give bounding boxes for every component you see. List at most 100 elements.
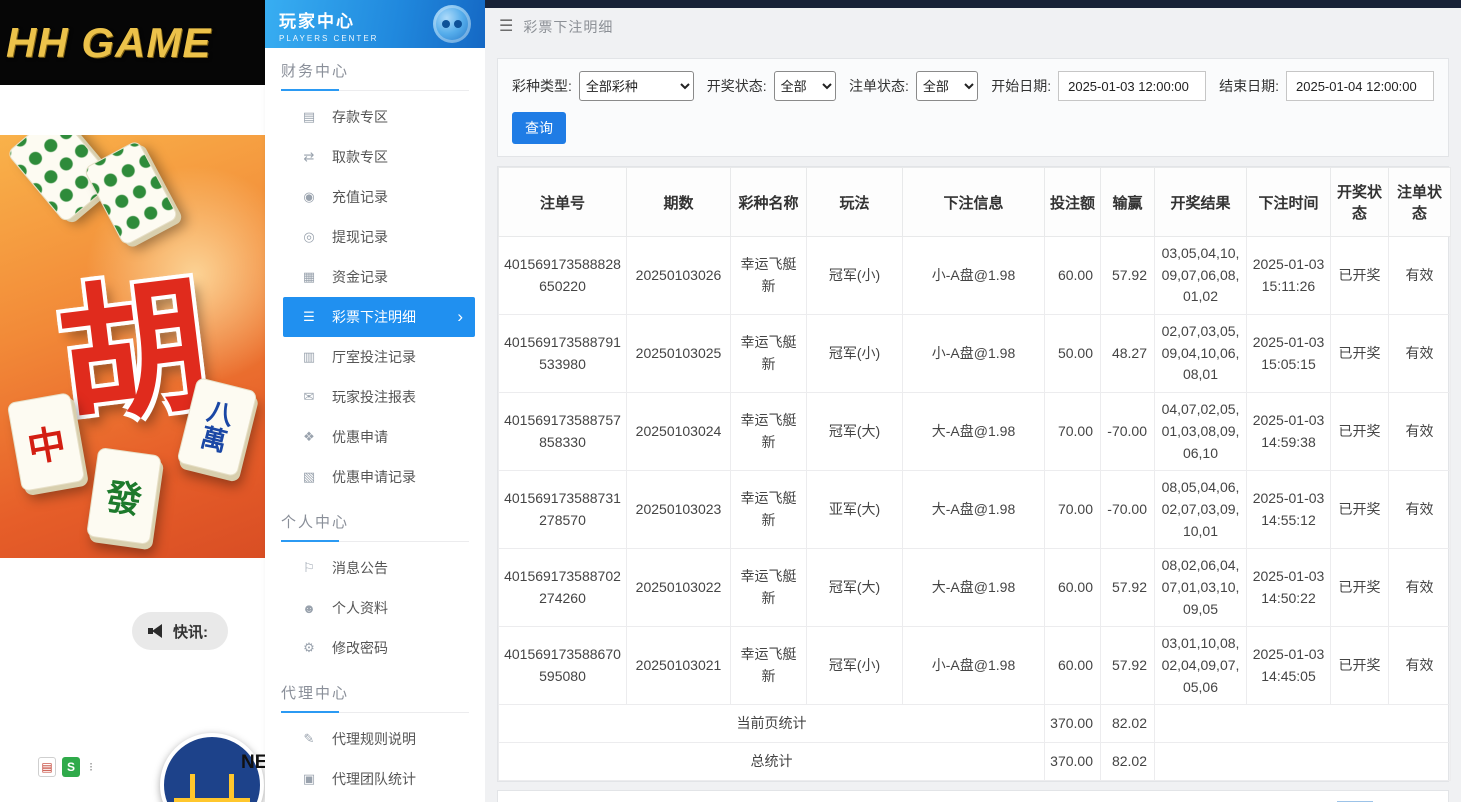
sidebar-item-change-password[interactable]: ⚙ 修改密码 [283, 628, 475, 668]
sidebar-item-withdrawal-records[interactable]: ◎提现记录 [283, 217, 475, 257]
sidebar-item-agent-team-stats[interactable]: ▣代理团队统计 [283, 759, 475, 799]
sidebar-item-deposit[interactable]: ▤存款专区 [283, 97, 475, 137]
site-logo[interactable]: HH GAME [0, 0, 265, 85]
summary-bet-total: 370.00 [1045, 743, 1101, 781]
column-header: 输赢 [1101, 168, 1155, 237]
table-cell: 401569173588731278570 [499, 471, 627, 549]
table-cell: 60.00 [1045, 549, 1101, 627]
table-cell: 大-A盘@1.98 [903, 393, 1045, 471]
sidebar-item-label: 优惠申请记录 [332, 467, 416, 487]
table-cell: 20250103023 [627, 471, 731, 549]
menu-group: ✎ 代理规则说明 ▣代理团队统计 [265, 713, 485, 801]
agent-rules-icon: ✎ [301, 731, 317, 747]
column-header: 投注额 [1045, 168, 1101, 237]
table-row: 40156917358867059508020250103021幸运飞艇新冠军(… [499, 627, 1451, 705]
sidebar-item-recharge-records[interactable]: ◉充值记录 [283, 177, 475, 217]
sidebar-item-funds-records[interactable]: ▦ 资金记录 [283, 257, 475, 297]
table-cell: 有效 [1389, 471, 1451, 549]
table-cell: 有效 [1389, 549, 1451, 627]
table-cell: 有效 [1389, 393, 1451, 471]
filter-panel: 彩种类型: 全部彩种 开奖状态: 全部 注单状态: 全部 开始日期: 结束日期:… [497, 58, 1449, 157]
sidebar-item-withdraw[interactable]: ⇄取款专区 [283, 137, 475, 177]
tile-char: 發 [103, 468, 146, 525]
table-cell: 大-A盘@1.98 [903, 549, 1045, 627]
summary-empty-cell [1155, 705, 1451, 743]
table-cell: 03,05,04,10,09,07,06,08,01,02 [1155, 237, 1247, 315]
sidebar-item-label: 代理规则说明 [332, 729, 416, 749]
table-cell: 70.00 [1045, 393, 1101, 471]
table-row: 40156917358882865022020250103026幸运飞艇新冠军(… [499, 237, 1451, 315]
summary-row: 总统计370.0082.02 [499, 743, 1451, 781]
bets-table-card: 注单号期数彩种名称玩法下注信息投注额输赢开奖结果下注时间开奖状态注单状态 401… [497, 166, 1449, 782]
table-cell: 02,07,03,05,09,04,10,06,08,01 [1155, 315, 1247, 393]
sidebar-item-label: 优惠申请 [332, 427, 388, 447]
lottery-type-label: 彩种类型: [512, 76, 572, 96]
sidebar-menu: 财务中心 ▤存款专区⇄取款专区◉充值记录◎提现记录 ▦ 资金记录 ☰彩票下注明细› ▥ 厅室… [265, 60, 485, 801]
sidebar-item-player-bet-report[interactable]: ✉玩家投注报表 [283, 377, 475, 417]
table-cell: 2025-01-03 14:45:05 [1247, 627, 1331, 705]
table-cell: 有效 [1389, 315, 1451, 393]
deposit-icon: ▤ [301, 109, 317, 125]
column-header: 下注信息 [903, 168, 1045, 237]
table-cell: 2025-01-03 14:59:38 [1247, 393, 1331, 471]
table-row: 40156917358879153398020250103025幸运飞艇新冠军(… [499, 315, 1451, 393]
sidebar-item-lottery-bet-details[interactable]: ☰彩票下注明细› [283, 297, 475, 337]
table-cell: 03,01,10,08,02,04,09,07,05,06 [1155, 627, 1247, 705]
ticker-label: 快讯: [173, 621, 208, 642]
sidebar-item-profile[interactable]: ☻个人资料 [283, 588, 475, 628]
sidebar-item-agent-rules[interactable]: ✎ 代理规则说明 [283, 719, 475, 759]
sogou-ime-icon[interactable]: S [62, 757, 80, 777]
more-dots-icon[interactable]: ⁝ [86, 757, 96, 777]
page-header: ☰ 彩票下注明细 [485, 8, 1461, 46]
column-header: 下注时间 [1247, 168, 1331, 237]
site-background: HH GAME 胡 中 發 八萬 快讯: NE ▤S⁝ [0, 0, 265, 802]
table-cell: 已开奖 [1331, 393, 1389, 471]
sidebar-item-label: 取款专区 [332, 147, 388, 167]
filter-row: 彩种类型: 全部彩种 开奖状态: 全部 注单状态: 全部 开始日期: 结束日期: [512, 71, 1434, 101]
table-cell: 已开奖 [1331, 471, 1389, 549]
funds-records-icon: ▦ [301, 269, 317, 285]
summary-winloss-total: 82.02 [1101, 705, 1155, 743]
sidebar-item-announcements[interactable]: ⚐消息公告 [283, 548, 475, 588]
lottery-type-select[interactable]: 全部彩种 [579, 71, 694, 101]
sidebar-item-label: 厅室投注记录 [332, 347, 416, 367]
start-date-input[interactable] [1058, 71, 1206, 101]
table-cell: 幸运飞艇新 [731, 471, 807, 549]
section-title: 财务中心 [281, 60, 469, 91]
table-cell: 20250103025 [627, 315, 731, 393]
content-area: 彩种类型: 全部彩种 开奖状态: 全部 注单状态: 全部 开始日期: 结束日期:… [485, 46, 1461, 802]
sidebar-item-label: 资金记录 [332, 267, 388, 287]
document-ime-icon[interactable]: ▤ [38, 757, 56, 777]
sidebar-item-label: 提现记录 [332, 227, 388, 247]
promo-apply-icon: ❖ [301, 429, 317, 445]
table-cell: 57.92 [1101, 627, 1155, 705]
summary-winloss-total: 82.02 [1101, 743, 1155, 781]
table-cell: 冠军(大) [807, 549, 903, 627]
table-cell: 20250103022 [627, 549, 731, 627]
draw-status-select[interactable]: 全部 [774, 71, 836, 101]
table-cell: 冠军(小) [807, 315, 903, 393]
sidebar-item-promo-apply-records[interactable]: ▧ 优惠申请记录 [283, 457, 475, 497]
table-cell: 401569173588791533980 [499, 315, 627, 393]
table-cell: 已开奖 [1331, 549, 1389, 627]
table-cell: 2025-01-03 15:05:15 [1247, 315, 1331, 393]
column-header: 彩种名称 [731, 168, 807, 237]
start-date-label: 开始日期: [991, 76, 1051, 96]
menu-toggle-icon[interactable]: ☰ [499, 19, 513, 35]
column-header: 开奖状态 [1331, 168, 1389, 237]
sidebar-item-promo-apply[interactable]: ❖ 优惠申请 [283, 417, 475, 457]
query-button[interactable]: 查询 [512, 112, 566, 144]
table-cell: 幸运飞艇新 [731, 393, 807, 471]
promo-banner: 胡 中 發 八萬 [0, 135, 265, 558]
sidebar-item-label: 彩票下注明细 [332, 307, 416, 327]
sidebar-item-label: 修改密码 [332, 638, 388, 658]
table-cell: 亚军(大) [807, 471, 903, 549]
end-date-input[interactable] [1286, 71, 1434, 101]
promo-apply-records-icon: ▧ [301, 469, 317, 485]
bet-status-select[interactable]: 全部 [916, 71, 978, 101]
recharge-records-icon: ◉ [301, 189, 317, 205]
sidebar-item-hall-bet-records[interactable]: ▥ 厅室投注记录 [283, 337, 475, 377]
hall-bet-records-icon: ▥ [301, 349, 317, 365]
change-password-icon: ⚙ [301, 640, 317, 656]
table-cell: 04,07,02,05,01,03,08,09,06,10 [1155, 393, 1247, 471]
